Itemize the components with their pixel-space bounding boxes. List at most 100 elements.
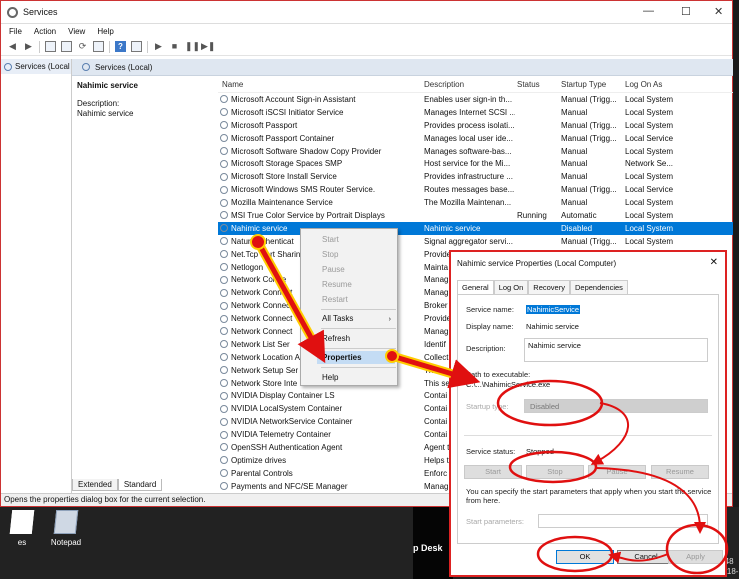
service-gear-icon — [220, 134, 228, 142]
menu-view[interactable]: View — [68, 27, 85, 36]
menu-action[interactable]: Action — [34, 27, 56, 36]
close-button[interactable]: ✕ — [714, 5, 723, 18]
service-name-text: Microsoft Passport Container — [231, 134, 334, 143]
table-row[interactable]: Microsoft Account Sign-in AssistantEnabl… — [218, 93, 733, 106]
window-title: Services — [23, 7, 58, 17]
desktop-icon-notepad[interactable]: Notepad — [36, 510, 96, 560]
menu-item-restart[interactable]: Restart — [322, 293, 396, 306]
forward-icon[interactable]: ▶ — [23, 41, 34, 52]
play-icon[interactable]: ▶ — [153, 41, 164, 52]
properties-icon[interactable] — [131, 41, 142, 52]
tab-standard[interactable]: Standard — [118, 479, 162, 491]
maximize-button[interactable]: ☐ — [681, 5, 691, 18]
service-name-value[interactable]: NahimicService — [526, 305, 580, 314]
service-name-text: Network Connect — [231, 314, 292, 323]
service-name-cell: Microsoft Store Install Service — [218, 172, 419, 181]
table-row[interactable]: Microsoft Store Install ServiceProvides … — [218, 170, 733, 183]
service-gear-icon — [220, 469, 228, 477]
service-status-label: Service status: — [466, 447, 515, 456]
menu-item-start[interactable]: Start — [322, 233, 396, 246]
startup-type-select[interactable]: Disabled — [524, 399, 708, 413]
description-label: Description: — [77, 99, 217, 109]
restart-icon[interactable]: ▶❚ — [201, 41, 212, 52]
service-gear-icon — [220, 263, 228, 271]
service-name-cell: OpenSSH Authentication Agent — [218, 443, 419, 452]
menu-item-all-tasks[interactable]: All Tasks — [322, 312, 396, 325]
service-logon-cell: Network Se... — [623, 159, 683, 168]
list-view-icon[interactable] — [61, 41, 72, 52]
tab-extended[interactable]: Extended — [72, 479, 118, 491]
pause-button[interactable]: Pause — [588, 465, 646, 479]
column-header-startup-type[interactable]: Startup Type — [559, 80, 623, 89]
service-name-cell: Microsoft Passport — [218, 121, 419, 130]
table-row[interactable]: Nahimic serviceNahimic serviceDisabledLo… — [218, 222, 733, 235]
menu-item-properties[interactable]: Properties — [317, 351, 395, 364]
console-tree-icon[interactable] — [45, 41, 56, 52]
service-name-cell: MSI True Color Service by Portrait Displ… — [218, 211, 419, 220]
pane-header: Services (Local) — [72, 59, 733, 76]
pause-icon[interactable]: ❚❚ — [185, 41, 196, 52]
service-gear-icon — [220, 418, 228, 426]
tab-dependencies[interactable]: Dependencies — [570, 280, 628, 295]
menu-item-resume[interactable]: Resume — [322, 278, 396, 291]
table-row[interactable]: Microsoft Windows SMS Router Service.Rou… — [218, 183, 733, 196]
column-header-description[interactable]: Description — [419, 80, 515, 89]
refresh-icon[interactable]: ⟳ — [77, 41, 88, 52]
back-icon[interactable]: ◀ — [7, 41, 18, 52]
menu-item-pause[interactable]: Pause — [322, 263, 396, 276]
service-description-cell: The Mozilla Maintenan... — [419, 198, 515, 207]
start-button[interactable]: Start — [464, 465, 522, 479]
menu-item-help[interactable]: Help — [322, 371, 396, 384]
start-params-input[interactable] — [538, 514, 708, 528]
tab-log-on[interactable]: Log On — [494, 280, 529, 295]
menu-file[interactable]: File — [9, 27, 22, 36]
menu-item-refresh[interactable]: Refresh — [322, 332, 396, 345]
minimize-button[interactable]: — — [643, 5, 654, 17]
column-header-name[interactable]: Name — [218, 80, 419, 89]
resume-button[interactable]: Resume — [651, 465, 709, 479]
cancel-button[interactable]: Cancel — [617, 550, 675, 564]
service-gear-icon — [220, 250, 228, 258]
table-row[interactable]: Mozilla Maintenance ServiceThe Mozilla M… — [218, 196, 733, 209]
description-field[interactable]: Nahimic service — [524, 338, 708, 362]
service-name-cell: Microsoft Storage Spaces SMP — [218, 159, 419, 168]
display-name-value[interactable]: Nahimic service — [526, 322, 579, 331]
tree-item-services-local[interactable]: Services (Local — [1, 59, 71, 74]
table-row[interactable]: Microsoft PassportProvides process isola… — [218, 119, 733, 132]
table-row[interactable]: Microsoft Storage Spaces SMPHost service… — [218, 157, 733, 170]
help-icon[interactable]: ? — [115, 41, 126, 52]
stop-button[interactable]: Stop — [526, 465, 584, 479]
export-icon[interactable] — [93, 41, 104, 52]
column-header-status[interactable]: Status — [515, 80, 559, 89]
service-name-text: Network Connect — [231, 301, 292, 310]
table-row[interactable]: MSI True Color Service by Portrait Displ… — [218, 209, 733, 222]
service-gear-icon — [220, 199, 228, 207]
tab-recovery[interactable]: Recovery — [528, 280, 570, 295]
service-description-cell: Routes messages base... — [419, 185, 515, 194]
menu-help[interactable]: Help — [97, 27, 113, 36]
service-name-text: Microsoft iSCSI Initiator Service — [231, 108, 343, 117]
path-label: Path to executable: — [466, 370, 530, 379]
table-row[interactable]: Natur... uthenticatSignal aggregator ser… — [218, 235, 733, 248]
stop-icon[interactable]: ■ — [169, 41, 180, 52]
table-row[interactable]: Microsoft Software Shadow Copy ProviderM… — [218, 145, 733, 158]
column-header-log-on-as[interactable]: Log On As — [623, 80, 683, 89]
description-text: Nahimic service — [77, 109, 217, 119]
service-name-text: Network Conne — [231, 275, 286, 284]
tab-general[interactable]: General — [457, 280, 494, 295]
title-bar[interactable]: Services — [1, 1, 732, 24]
table-row[interactable]: Microsoft iSCSI Initiator ServiceManages… — [218, 106, 733, 119]
menu-item-stop[interactable]: Stop — [322, 248, 396, 261]
service-status-cell: Running — [515, 211, 559, 220]
table-row[interactable]: Microsoft Passport ContainerManages loca… — [218, 132, 733, 145]
service-gear-icon — [220, 95, 228, 103]
service-gear-icon — [220, 186, 228, 194]
service-startup-cell: Manual — [559, 172, 623, 181]
service-name-text: Microsoft Account Sign-in Assistant — [231, 95, 356, 104]
service-name-text: Network Connect — [231, 327, 292, 336]
console-tree: Services (Local — [1, 59, 72, 494]
service-logon-cell: Local Service — [623, 134, 683, 143]
apply-button[interactable]: Apply — [668, 550, 723, 564]
ok-button[interactable]: OK — [556, 550, 614, 564]
dialog-close-icon[interactable]: ✕ — [710, 257, 718, 268]
